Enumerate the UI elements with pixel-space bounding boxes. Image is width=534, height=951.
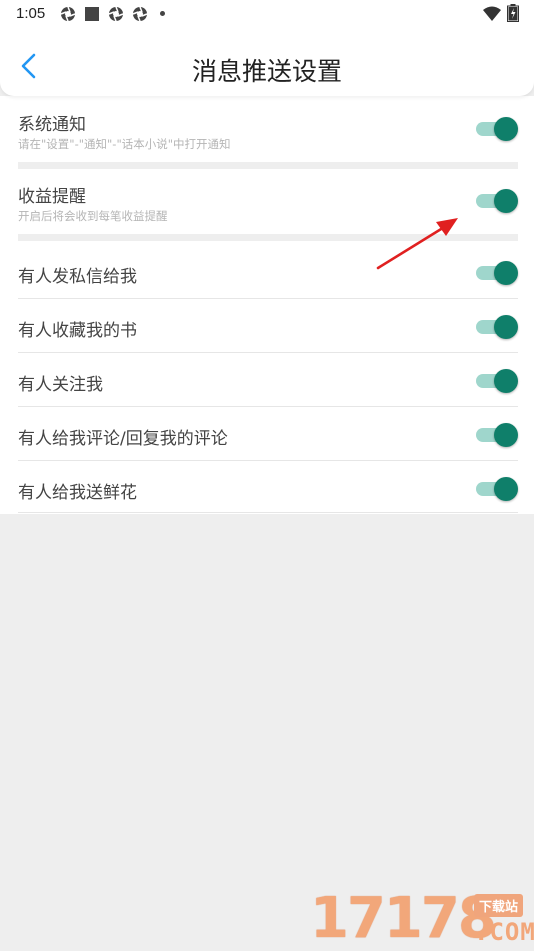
book-favorited-toggle[interactable]: [476, 314, 518, 340]
earnings-reminder-toggle[interactable]: [476, 188, 518, 214]
watermark-number: 17178: [310, 886, 497, 951]
flowers-toggle[interactable]: [476, 476, 518, 502]
toggle-thumb: [494, 477, 518, 501]
watermark-badge: 下载站: [474, 894, 524, 917]
top-bar: 1:05 消息推送设置: [0, 0, 534, 96]
annotation-arrow-icon: [376, 218, 458, 270]
comment-reply-toggle[interactable]: [476, 422, 518, 448]
setting-row-comment-reply: 有人给我评论/回复我的评论: [18, 424, 518, 454]
setting-row-book-favorited: 有人收藏我的书: [18, 316, 518, 346]
wifi-icon: [483, 6, 501, 21]
notification-icon: [108, 6, 124, 22]
toggle-thumb: [494, 315, 518, 339]
setting-row-system-notification: 系统通知 请在"设置"-"通知"-"话本小说"中打开通知: [18, 110, 518, 160]
setting-row-flowers: 有人给我送鲜花: [18, 478, 518, 508]
setting-title: 系统通知: [18, 115, 86, 135]
row-divider: [18, 460, 518, 461]
toggle-thumb: [494, 189, 518, 213]
toggle-thumb: [494, 261, 518, 285]
row-divider: [18, 512, 518, 513]
setting-title: 有人给我评论/回复我的评论: [18, 429, 228, 449]
toggle-thumb: [494, 117, 518, 141]
setting-row-followed: 有人关注我: [18, 370, 518, 400]
notification-icon: [132, 6, 148, 22]
row-divider: [18, 352, 518, 353]
toggle-thumb: [494, 423, 518, 447]
section-divider: [18, 162, 518, 169]
row-divider: [18, 406, 518, 407]
title-bar: 消息推送设置: [0, 38, 534, 96]
toggle-thumb: [494, 369, 518, 393]
system-notification-toggle[interactable]: [476, 116, 518, 142]
page-title: 消息推送设置: [191, 57, 342, 86]
setting-subtitle: 开启后将会收到每笔收益提醒: [18, 209, 168, 223]
status-bar: 1:05: [0, 0, 534, 30]
square-icon: [85, 7, 99, 21]
watermark-suffix: .COM: [474, 918, 534, 946]
status-time: 1:05: [16, 5, 46, 22]
settings-list: 系统通知 请在"设置"-"通知"-"话本小说"中打开通知 收益提醒 开启后将会收…: [0, 96, 534, 514]
setting-title: 收益提醒: [18, 187, 86, 207]
watermark-logo: 17178 下载站 .COM: [310, 888, 534, 950]
row-divider: [18, 298, 518, 299]
battery-icon: [507, 4, 519, 22]
setting-subtitle: 请在"设置"-"通知"-"话本小说"中打开通知: [18, 137, 231, 151]
followed-toggle[interactable]: [476, 368, 518, 394]
notification-icon: [60, 6, 76, 22]
setting-title: 有人收藏我的书: [18, 321, 137, 341]
setting-title: 有人给我送鲜花: [18, 483, 137, 503]
setting-title: 有人发私信给我: [18, 267, 137, 287]
setting-title: 有人关注我: [18, 375, 103, 395]
private-message-toggle[interactable]: [476, 260, 518, 286]
more-notifications-dot: [160, 11, 165, 16]
